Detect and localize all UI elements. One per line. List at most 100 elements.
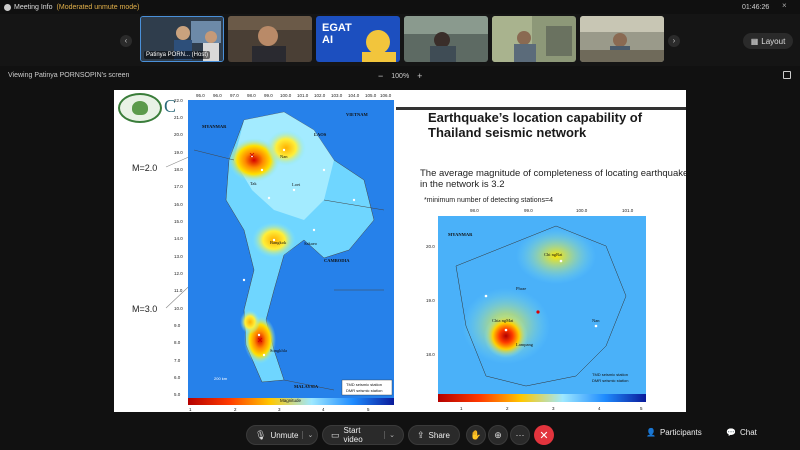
place-label: Songkhla xyxy=(270,348,287,353)
lat-tick: 22.0 xyxy=(174,98,183,103)
participant-tile-4[interactable] xyxy=(404,16,488,62)
slide-footnote: *minimum number of detecting stations=4 xyxy=(424,197,553,204)
hand-icon: ✋ xyxy=(470,429,482,440)
lon-tick: 105.0 xyxy=(365,93,377,98)
colorbar-tick: 4 xyxy=(598,406,601,411)
microphone-muted-icon: 🎙 xyxy=(255,429,267,440)
lon-tick: 102.0 xyxy=(314,93,326,98)
chevron-down-icon[interactable]: ⌄ xyxy=(302,431,313,439)
video-camera-icon: ▭ xyxy=(331,429,340,440)
lat-tick: 18.0 xyxy=(174,167,183,172)
colorbar-tick: 5 xyxy=(367,407,370,412)
lat-tick: 12.0 xyxy=(174,271,183,276)
country-label: MYANMAR xyxy=(202,124,227,129)
country-label: VIETNAM xyxy=(346,112,369,117)
meeting-info-title[interactable]: Meeting Info xyxy=(14,4,53,11)
zoom-level: 100% xyxy=(391,72,410,80)
country-label: MYANMAR xyxy=(448,232,473,237)
lon-tick: 98.0 xyxy=(247,93,256,98)
slide-title: Earthquake’s location capability of Thai… xyxy=(428,110,643,140)
share-label: Share xyxy=(428,430,450,440)
magnitude-high-label: M=2.0 xyxy=(132,163,158,173)
start-video-button[interactable]: ▭ Start video ⌄ xyxy=(322,425,404,445)
thailand-magnitude-map: 22.0 21.0 20.0 19.0 18.0 17.0 16.0 15.0 … xyxy=(174,90,398,412)
end-meeting-button[interactable]: ✕ xyxy=(534,425,554,445)
egat-ai-banner: EGAT AI xyxy=(322,22,352,46)
prev-participants-button[interactable]: ‹ xyxy=(120,35,132,47)
lon-tick: 100.0 xyxy=(576,208,588,213)
lon-tick: 101.0 xyxy=(297,93,309,98)
participant-video xyxy=(492,16,576,62)
country-label: CAMBODIA xyxy=(324,258,350,263)
lat-tick: 17.0 xyxy=(174,184,183,189)
place-label: Chia ngMai xyxy=(492,318,514,323)
viewing-screen-label: Viewing Patinya PORNSOPIN's screen xyxy=(8,72,130,79)
reactions-button[interactable]: ✋ xyxy=(466,425,486,445)
place-label: Lampang xyxy=(516,342,534,347)
info-icon[interactable] xyxy=(4,3,11,11)
moderated-mode-label: (Moderated unmute mode) xyxy=(56,3,140,11)
colorbar-tick: 3 xyxy=(278,407,281,412)
close-icon: ✕ xyxy=(539,429,549,442)
place-label: Phrae xyxy=(516,286,526,291)
zoom-out-button[interactable]: − xyxy=(378,71,383,81)
lon-tick: 106.0 xyxy=(380,93,392,98)
place-label: Nan xyxy=(280,154,288,159)
zoom-controls: − 100% + xyxy=(378,71,422,81)
participant-video xyxy=(580,16,664,62)
magnitude-colorbar xyxy=(438,394,646,402)
participant-tile-3[interactable]: EGAT AI xyxy=(316,16,400,62)
share-button[interactable]: ⇪ Share xyxy=(408,425,460,445)
participant-tile-host[interactable]: Patinya PORN... (Host) xyxy=(140,16,224,62)
participant-video xyxy=(228,16,312,62)
layout-icon: ▦ xyxy=(750,36,759,46)
lat-tick: 11.0 xyxy=(174,288,183,293)
place-label: Bangkok xyxy=(270,240,287,245)
shared-screen: C M=2.0 M=3.0 22.0 21.0 20.0 19.0 18.0 1… xyxy=(114,90,686,412)
place-label: Loei xyxy=(292,182,301,187)
minimize-button[interactable]: – xyxy=(764,1,768,10)
apps-button[interactable]: ⊕ xyxy=(488,425,508,445)
lon-tick: 100.0 xyxy=(280,93,292,98)
participant-strip: ‹ Patinya PORN... (Host) EGAT AI › ▦ Lay… xyxy=(0,14,800,66)
participant-tile-2[interactable] xyxy=(228,16,312,62)
place-label: Nan xyxy=(592,318,600,323)
title-bar: Meeting Info (Moderated unmute mode) 01:… xyxy=(0,0,800,14)
chat-button[interactable]: 💬 Chat xyxy=(726,428,757,437)
lat-tick: 21.0 xyxy=(174,115,183,120)
chevron-down-icon[interactable]: ⌄ xyxy=(384,431,395,439)
participants-button[interactable]: 👤 Participants xyxy=(646,428,702,437)
share-screen-icon: ⇪ xyxy=(417,429,425,440)
lat-tick: 9.0 xyxy=(174,323,181,328)
share-view-bar: Viewing Patinya PORNSOPIN's screen − 100… xyxy=(0,66,800,86)
northern-thailand-map: 98.0 99.0 100.0 101.0 20.0 19.0 18.0 MYA… xyxy=(426,206,648,412)
lon-tick: 99.0 xyxy=(264,93,273,98)
participants-label: Participants xyxy=(659,428,702,437)
map-canvas: 22.0 21.0 20.0 19.0 18.0 17.0 16.0 15.0 … xyxy=(174,93,394,412)
magnitude-low-label: M=3.0 xyxy=(132,304,158,314)
lat-tick: 19.0 xyxy=(174,150,183,155)
close-window-button[interactable]: × xyxy=(782,1,787,10)
chat-label: Chat xyxy=(739,428,757,437)
participant-tile-6[interactable] xyxy=(580,16,664,62)
lon-tick: 96.0 xyxy=(213,93,222,98)
fullscreen-icon[interactable] xyxy=(783,71,791,79)
unmute-button[interactable]: 🎙 Unmute ⌄ xyxy=(246,425,318,445)
lon-tick: 98.0 xyxy=(470,208,479,213)
participant-name-host: Patinya PORN... (Host) xyxy=(144,51,211,59)
lat-tick: 14.0 xyxy=(174,236,183,241)
lon-tick: 99.0 xyxy=(524,208,533,213)
colorbar-label: Magnitude xyxy=(280,398,302,403)
unmute-label: Unmute xyxy=(270,430,299,440)
colorbar-tick: 3 xyxy=(552,406,555,411)
participant-tile-5[interactable] xyxy=(492,16,576,62)
zoom-in-button[interactable]: + xyxy=(417,71,422,81)
next-participants-button[interactable]: › xyxy=(668,35,680,47)
layout-button[interactable]: ▦ Layout xyxy=(743,33,793,49)
lon-tick: 104.0 xyxy=(348,93,360,98)
lat-tick: 5.0 xyxy=(174,392,181,397)
participants-icon: 👤 xyxy=(646,428,656,437)
colorbar-tick: 4 xyxy=(322,407,325,412)
colorbar-tick: 1 xyxy=(460,406,463,411)
more-options-button[interactable]: ··· xyxy=(510,425,530,445)
